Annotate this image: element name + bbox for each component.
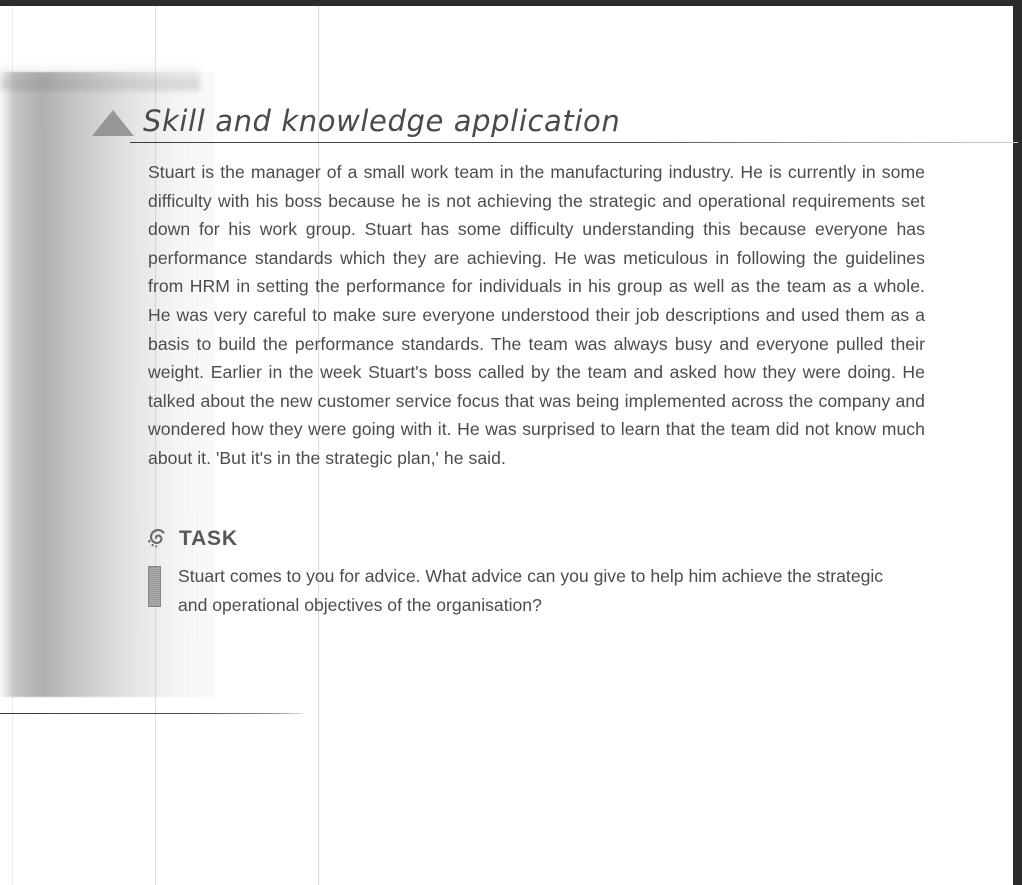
task-question-text: Stuart comes to you for advice. What adv… (178, 566, 884, 615)
page-title: Skill and knowledge application (143, 104, 621, 138)
triangle-icon (92, 110, 134, 136)
heading-underline (130, 142, 1018, 143)
spiral-icon (146, 526, 170, 552)
case-study-paragraph: Stuart is the manager of a small work te… (148, 162, 925, 468)
task-label: TASK (179, 527, 238, 550)
task-heading: TASK (146, 524, 238, 554)
task-body: Stuart comes to you for advice. What adv… (146, 562, 926, 619)
horizontal-rule (0, 713, 302, 714)
vertical-bar-icon (148, 566, 161, 607)
page-content: Skill and knowledge application Stuart i… (0, 0, 1022, 885)
scanned-page: Skill and knowledge application Stuart i… (0, 0, 1022, 885)
section-heading-row: Skill and knowledge application (88, 104, 1018, 150)
